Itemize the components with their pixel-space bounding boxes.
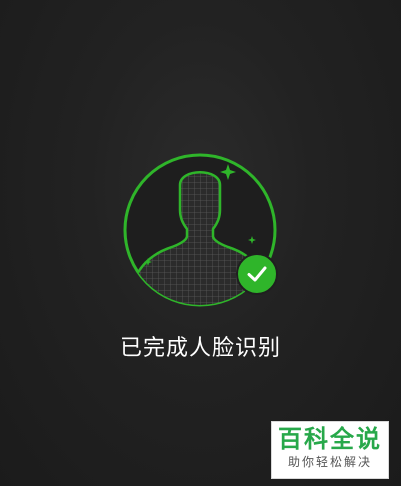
watermark-logo: 百科全说 助你轻松解决 xyxy=(271,421,389,479)
watermark-title: 百科全说 xyxy=(278,425,382,453)
status-message: 已完成人脸识别 xyxy=(119,336,281,361)
watermark-subtitle: 助你轻松解决 xyxy=(287,455,372,469)
face-recognition-screen: 已完成人脸识别 百科全说 助你轻松解决 xyxy=(0,0,401,486)
checkmark-icon xyxy=(247,266,267,282)
success-check-badge xyxy=(236,253,278,295)
